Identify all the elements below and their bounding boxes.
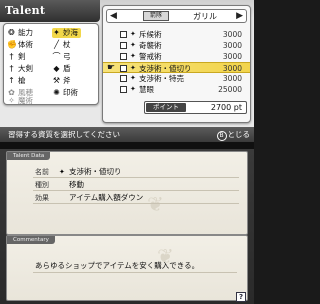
category-item[interactable]: ╱ 杖 — [52, 40, 70, 50]
skill-list-panel: ◀ 箭隊 ガリル ▶ ✦ 斥候術 3000 ✦ 奇襲術 3000 ✦ 警戒術 3… — [102, 5, 251, 123]
category-item[interactable]: ✺ 印術 — [52, 88, 78, 98]
talent-icon: ✦ — [130, 52, 136, 60]
top-screen: Talent ❂ 能力 ✦ 妙海 ✊体術 ╱ 杖 † 剣 ⌒ 弓 † 大剣 ◆ 盾 ↑ 槍 ⚒ 斧… — [0, 0, 254, 142]
magic-icon: ✧ — [8, 96, 15, 105]
talent-icon: ✦ — [130, 30, 136, 38]
category-item[interactable]: ✧ 魔術 — [7, 96, 33, 106]
talent-icon: ✦ — [53, 28, 60, 37]
page-title: Talent — [5, 4, 46, 17]
checkbox — [120, 86, 127, 93]
section-title: Commentary — [7, 236, 55, 244]
checkbox — [120, 42, 127, 49]
axe-icon: ⚒ — [52, 76, 61, 85]
commentary-text: あらゆるショップでアイテムを安く購入できる。 — [35, 261, 200, 270]
detail-row: 種別 移動 — [7, 179, 247, 191]
skill-name: 斥候術 — [139, 30, 162, 39]
fist-icon: ✊ — [7, 40, 17, 49]
hint-bar: 習得する資質を選択してください B とじる — [0, 127, 254, 142]
points-label: ポイント — [146, 103, 186, 112]
checkbox — [120, 65, 127, 72]
bow-icon: ⌒ — [52, 52, 61, 61]
category-item[interactable]: ❂ 能力 — [7, 28, 33, 38]
skill-row[interactable]: ✦ 奇襲術 3000 — [103, 40, 250, 51]
category-panel: ❂ 能力 ✦ 妙海 ✊体術 ╱ 杖 † 剣 ⌒ 弓 † 大剣 ◆ 盾 ↑ 槍 ⚒ 斧 ✿ 風穂 ✺ 印… — [3, 23, 99, 105]
divider — [33, 203, 239, 204]
sword-icon: † — [9, 52, 14, 61]
skill-name: 支渉術・特売 — [139, 74, 184, 83]
hint-text: 習得する資質を選択してください — [8, 130, 121, 139]
divider — [33, 272, 237, 273]
detail-row: 効果 アイテム購入額ダウン — [7, 192, 247, 204]
category-item[interactable]: † 大剣 — [7, 64, 34, 74]
skill-row-selected[interactable]: ☛ ✦ 支渉術・値切り 3000 — [103, 62, 250, 73]
points-display: ポイント 2700 pt — [144, 101, 247, 114]
divider — [33, 177, 239, 178]
skill-name: 慧眼 — [139, 85, 154, 94]
talent-detail-panel: ❦ Talent Data 名前 ✦ 支渉術・値切り 種別 移動 効果 アイテム… — [6, 151, 248, 235]
bottom-screen: ❦ Talent Data 名前 ✦ 支渉術・値切り 種別 移動 効果 アイテム… — [0, 149, 254, 304]
skill-row[interactable]: ✦ 支渉術・特売 3000 — [103, 73, 250, 84]
points-value: 2700 pt — [210, 103, 242, 112]
commentary-panel: ❦ Commentary あらゆるショップでアイテムを安く購入できる。 — [6, 235, 248, 301]
talent-icon: ✦ — [130, 85, 136, 93]
divider — [33, 190, 239, 191]
category-item[interactable]: ✊体術 — [7, 40, 33, 50]
close-label: とじる — [227, 130, 251, 139]
help-button[interactable]: ? — [236, 292, 246, 302]
b-button-icon: B — [216, 131, 227, 141]
checkbox — [120, 53, 127, 60]
skill-name: 奇襲術 — [139, 41, 162, 50]
checkbox — [120, 31, 127, 38]
skill-name: 警戒術 — [139, 52, 162, 61]
staff-icon: ╱ — [54, 40, 59, 49]
close-button[interactable]: B とじる — [216, 129, 251, 141]
character-emblem: 箭隊 — [143, 11, 169, 21]
talent-icon: ✦ — [130, 41, 136, 49]
seal-icon: ✺ — [53, 88, 60, 97]
pointer-hand-icon: ☛ — [107, 63, 116, 73]
screen-divider — [0, 142, 254, 149]
detail-row: 名前 ✦ 支渉術・値切り — [7, 166, 247, 178]
category-item[interactable]: ◆ 盾 — [52, 64, 70, 74]
spear-icon: ↑ — [8, 76, 15, 85]
character-name: ガリル — [193, 12, 217, 21]
shield-icon: ◆ — [53, 64, 60, 73]
section-title: Talent Data — [7, 152, 51, 160]
skill-cost: 3000 — [222, 74, 242, 83]
greatsword-icon: † — [9, 64, 14, 73]
character-selector[interactable]: ◀ 箭隊 ガリル ▶ — [106, 9, 247, 23]
talent-header: Talent — [0, 0, 100, 22]
skill-row[interactable]: ✦ 警戒術 3000 — [103, 51, 250, 62]
skill-cost: 3000 — [222, 41, 242, 50]
skill-cost: 3000 — [222, 52, 242, 61]
category-item[interactable]: † 剣 — [7, 52, 26, 62]
skill-row[interactable]: ✦ 慧眼 25000 — [103, 84, 250, 95]
talent-icon: ❂ — [8, 28, 15, 37]
category-item-selected[interactable]: ✦ 妙海 — [52, 28, 81, 38]
checkbox — [120, 75, 127, 82]
talent-icon: ✦ — [130, 74, 136, 82]
next-character-icon[interactable]: ▶ — [236, 10, 243, 22]
skill-row[interactable]: ✦ 斥候術 3000 — [103, 29, 250, 40]
category-item[interactable]: ↑ 槍 — [7, 76, 25, 86]
category-item[interactable]: ⚒ 斧 — [52, 76, 71, 86]
skill-cost: 3000 — [222, 30, 242, 39]
skill-cost: 25000 — [218, 85, 242, 94]
category-item[interactable]: ⌒ 弓 — [52, 52, 71, 62]
prev-character-icon[interactable]: ◀ — [110, 10, 117, 22]
